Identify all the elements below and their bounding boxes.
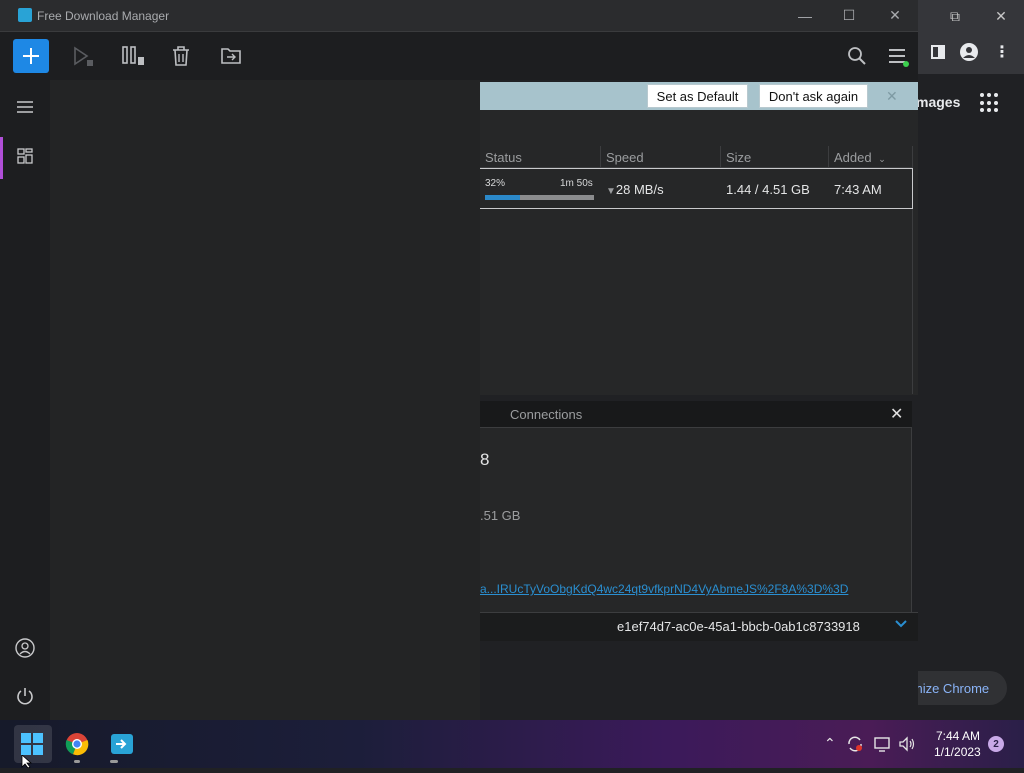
play-icon[interactable] <box>71 44 95 68</box>
power-icon[interactable] <box>15 686 35 711</box>
sync-icon[interactable] <box>846 735 864 756</box>
chrome-running-indicator <box>74 760 80 763</box>
chrome-close-button[interactable]: ✕ <box>978 0 1024 32</box>
detail-download-id: e1ef74d7-ac0e-45a1-bbcb-0ab1c8733918 <box>617 619 860 634</box>
fdm-sidebar <box>0 80 50 720</box>
network-icon[interactable] <box>873 735 891 756</box>
sort-chevron-icon: ⌄ <box>878 154 886 164</box>
set-as-default-button[interactable]: Set as Default <box>647 84 748 108</box>
fdm-logo-icon <box>18 8 32 22</box>
close-button[interactable]: ✕ <box>872 0 918 31</box>
hamburger-icon[interactable] <box>16 99 34 120</box>
column-added-label: Added <box>834 150 872 165</box>
column-speed[interactable]: Speed <box>606 150 644 165</box>
search-icon[interactable] <box>845 44 869 68</box>
download-added: 7:43 AM <box>834 182 882 197</box>
tray-overflow-chevron-icon[interactable]: ⌃ <box>824 735 836 752</box>
detail-connections-value: 8 <box>480 450 490 469</box>
fdm-window: Free Download Manager — ☐ ✕ Set as Defau <box>0 0 918 720</box>
column-size[interactable]: Size <box>726 150 751 165</box>
windows-logo-icon <box>21 733 43 755</box>
column-status[interactable]: Status <box>485 150 522 165</box>
column-separator[interactable] <box>720 146 721 168</box>
chrome-toolbar: ⋮ <box>918 32 1024 74</box>
column-added[interactable]: Added ⌄ <box>834 150 886 165</box>
fdm-window-title: Free Download Manager <box>37 9 170 23</box>
details-close-icon[interactable]: ✕ <box>890 404 903 424</box>
plus-icon <box>23 48 39 64</box>
profile-icon[interactable] <box>958 41 980 63</box>
fdm-menu-icon[interactable] <box>886 44 910 68</box>
details-panel <box>480 401 912 641</box>
column-separator[interactable] <box>600 146 601 168</box>
fdm-taskbar-icon[interactable] <box>110 732 134 756</box>
clock-time[interactable]: 7:44 AM <box>936 729 980 743</box>
account-icon[interactable] <box>15 638 35 663</box>
chrome-titlebar: ⧉ ✕ <box>918 0 1024 32</box>
fdm-titlebar: Free Download Manager — ☐ ✕ <box>0 0 918 32</box>
fdm-running-indicator <box>110 760 118 763</box>
chrome-menu-icon[interactable]: ⋮ <box>994 42 1010 62</box>
download-size: 1.44 / 4.51 GB <box>726 182 810 197</box>
detail-source-link[interactable]: a...IRUcTyVoObgKdQ4wc24qt9vfkprND4VyAbme… <box>480 582 848 596</box>
expand-chevron-icon[interactable] <box>895 617 907 632</box>
window-bottom <box>480 641 918 720</box>
progress-fill <box>485 195 520 200</box>
detail-size-value: .51 GB <box>480 508 521 523</box>
column-separator[interactable] <box>828 146 829 168</box>
apps-grid-icon[interactable] <box>980 93 1000 113</box>
download-speed-value: 28 MB/s <box>615 182 664 197</box>
chrome-restore-button[interactable]: ⧉ <box>932 0 978 32</box>
maximize-button[interactable]: ☐ <box>826 0 872 31</box>
add-download-button[interactable] <box>13 39 49 73</box>
banner-close-icon[interactable]: ✕ <box>886 88 898 105</box>
time-remaining: 1m 50s <box>560 178 593 189</box>
notification-badge[interactable]: 2 <box>988 736 1004 752</box>
progress-percent: 32% <box>485 178 506 189</box>
images-link[interactable]: mages <box>916 94 960 110</box>
progress-bar <box>485 195 594 200</box>
move-folder-icon[interactable] <box>219 44 243 68</box>
download-speed: ▼28 MB/s <box>606 182 664 197</box>
download-arrow-icon: ▼ <box>606 186 616 197</box>
dont-ask-again-button[interactable]: Don't ask again <box>759 84 868 108</box>
chrome-taskbar-icon[interactable] <box>65 732 89 756</box>
minimize-button[interactable]: — <box>782 0 828 31</box>
clock-date[interactable]: 1/1/2023 <box>934 745 981 759</box>
trash-icon[interactable] <box>169 44 193 68</box>
tab-connections[interactable]: Connections <box>510 407 582 422</box>
downloads-grid-icon[interactable] <box>17 148 33 169</box>
side-panel-icon[interactable] <box>928 42 948 62</box>
mouse-cursor-icon <box>21 754 33 773</box>
dimmed-overlay <box>50 80 480 720</box>
sidebar-active-indicator <box>0 137 3 179</box>
pause-icon[interactable] <box>121 44 145 68</box>
windows-taskbar <box>0 720 1024 768</box>
volume-icon[interactable] <box>898 735 916 756</box>
